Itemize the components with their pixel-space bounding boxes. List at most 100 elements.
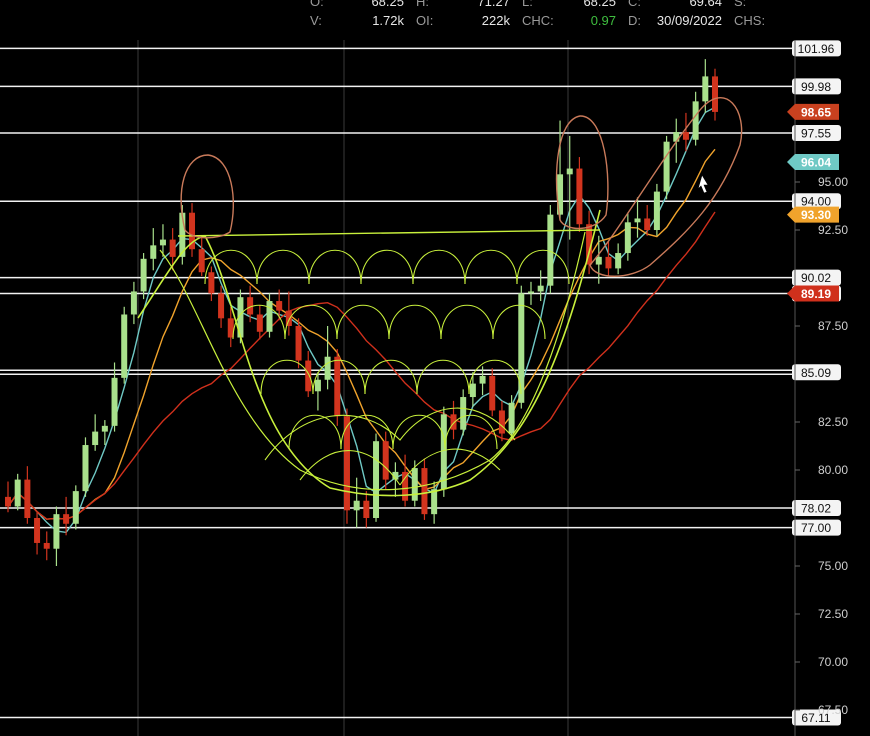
- candle-body: [334, 356, 341, 417]
- cup-scallop: [256, 249, 310, 285]
- candle-body: [111, 377, 118, 426]
- candle-body: [411, 468, 418, 501]
- cup-scallop: [392, 414, 446, 450]
- cup-scallop: [260, 359, 314, 395]
- candle-body: [518, 293, 525, 403]
- candle-body: [121, 314, 128, 378]
- candle-body: [24, 479, 31, 518]
- candle-body: [92, 431, 99, 446]
- candle-body: [450, 414, 457, 430]
- candle-body: [624, 222, 631, 254]
- candle-body: [382, 441, 389, 480]
- candle-body: [130, 291, 137, 315]
- candle-body: [566, 168, 573, 175]
- cup-scallop: [464, 249, 518, 285]
- cup-scallop: [360, 249, 414, 285]
- candle-body: [324, 356, 331, 380]
- level-label: 78.02: [801, 502, 831, 516]
- candle-body: [595, 256, 602, 265]
- level-label: 77.00: [801, 521, 831, 535]
- axis-tick-label: 67.50: [818, 703, 848, 717]
- candle-body: [314, 379, 321, 392]
- candle-body: [305, 360, 312, 392]
- candle-body: [605, 256, 612, 269]
- candle-body: [527, 291, 534, 294]
- candle-body: [34, 518, 41, 543]
- candle-body: [508, 402, 515, 434]
- cup-scallop: [416, 359, 470, 395]
- cup-scallop: [388, 304, 442, 340]
- candle-body: [431, 489, 438, 515]
- axis-tick-label: 70.00: [818, 655, 848, 669]
- candles-layer: [5, 59, 718, 566]
- candle-body: [537, 285, 544, 292]
- candle-body: [363, 500, 370, 518]
- candle-body: [547, 214, 554, 286]
- candle-body: [5, 496, 11, 507]
- candle-body: [663, 141, 670, 192]
- candle-body: [82, 445, 89, 492]
- candle-body: [353, 500, 360, 511]
- candle-body: [72, 491, 79, 524]
- axis-tick-label: 95.00: [818, 175, 848, 189]
- candle-body: [634, 218, 641, 223]
- candle-body: [498, 410, 505, 434]
- price-badge-label: 93.30: [801, 208, 831, 222]
- level-label: 85.09: [801, 366, 831, 380]
- candle-body: [469, 383, 476, 398]
- candle-body: [218, 293, 225, 319]
- candle-body: [198, 249, 205, 273]
- candle-body: [373, 441, 380, 518]
- candle-body: [266, 301, 273, 332]
- candle-body: [489, 375, 496, 411]
- candle-body: [692, 101, 699, 140]
- sma-fast-line: [7, 106, 716, 534]
- price-badge-label: 89.19: [801, 287, 831, 301]
- candle-body: [682, 132, 689, 140]
- price-badge-label: 98.65: [801, 105, 831, 119]
- candle-body: [702, 76, 709, 102]
- candle-body: [208, 272, 215, 294]
- candle-body: [256, 314, 263, 332]
- price-axis: 95.00 92.50 87.50 82.50 80.00 75.00 72.50 70.00…: [794, 40, 848, 736]
- candle-body: [576, 168, 583, 225]
- cup-rim: [177, 229, 601, 237]
- candle-body: [615, 253, 622, 269]
- cup-scallop: [308, 249, 362, 285]
- candle-body: [276, 301, 283, 311]
- candle-body: [479, 375, 486, 384]
- level-label: 90.02: [801, 271, 831, 285]
- candle-body: [460, 397, 467, 430]
- level-label: 99.98: [801, 80, 831, 94]
- cursor-icon: [697, 174, 709, 194]
- axis-tick-label: 80.00: [818, 463, 848, 477]
- candle-body: [673, 132, 680, 142]
- moving-averages-layer: [7, 106, 716, 534]
- ellipse-left: [180, 154, 235, 239]
- candle-body: [421, 468, 428, 515]
- cup-scallop: [336, 304, 390, 340]
- candle-body: [440, 414, 447, 490]
- candle-body: [402, 471, 409, 501]
- price-chart[interactable]: 101.96 99.98 97.55 94.00 90.02 89.19 85.09 78.0…: [0, 0, 870, 736]
- axis-tick-label: 72.50: [818, 607, 848, 621]
- level-label: 94.00: [801, 195, 831, 209]
- candle-body: [169, 239, 176, 257]
- candle-body: [159, 239, 166, 246]
- axis-tick-label: 87.50: [818, 319, 848, 333]
- candle-body: [712, 76, 718, 112]
- axis-tick-label: 75.00: [818, 559, 848, 573]
- candle-body: [653, 191, 660, 230]
- candle-body: [43, 542, 50, 549]
- level-label: 101.96: [798, 42, 835, 56]
- candle-body: [14, 479, 21, 507]
- candle-body: [63, 514, 70, 524]
- price-badge-label: 96.04: [801, 156, 831, 170]
- candle-body: [53, 514, 60, 549]
- candle-body: [140, 258, 147, 292]
- candle-body: [150, 245, 157, 259]
- level-label: 97.55: [801, 127, 831, 141]
- cup-scallop: [440, 304, 494, 340]
- candle-body: [644, 218, 651, 230]
- candle-body: [101, 425, 108, 432]
